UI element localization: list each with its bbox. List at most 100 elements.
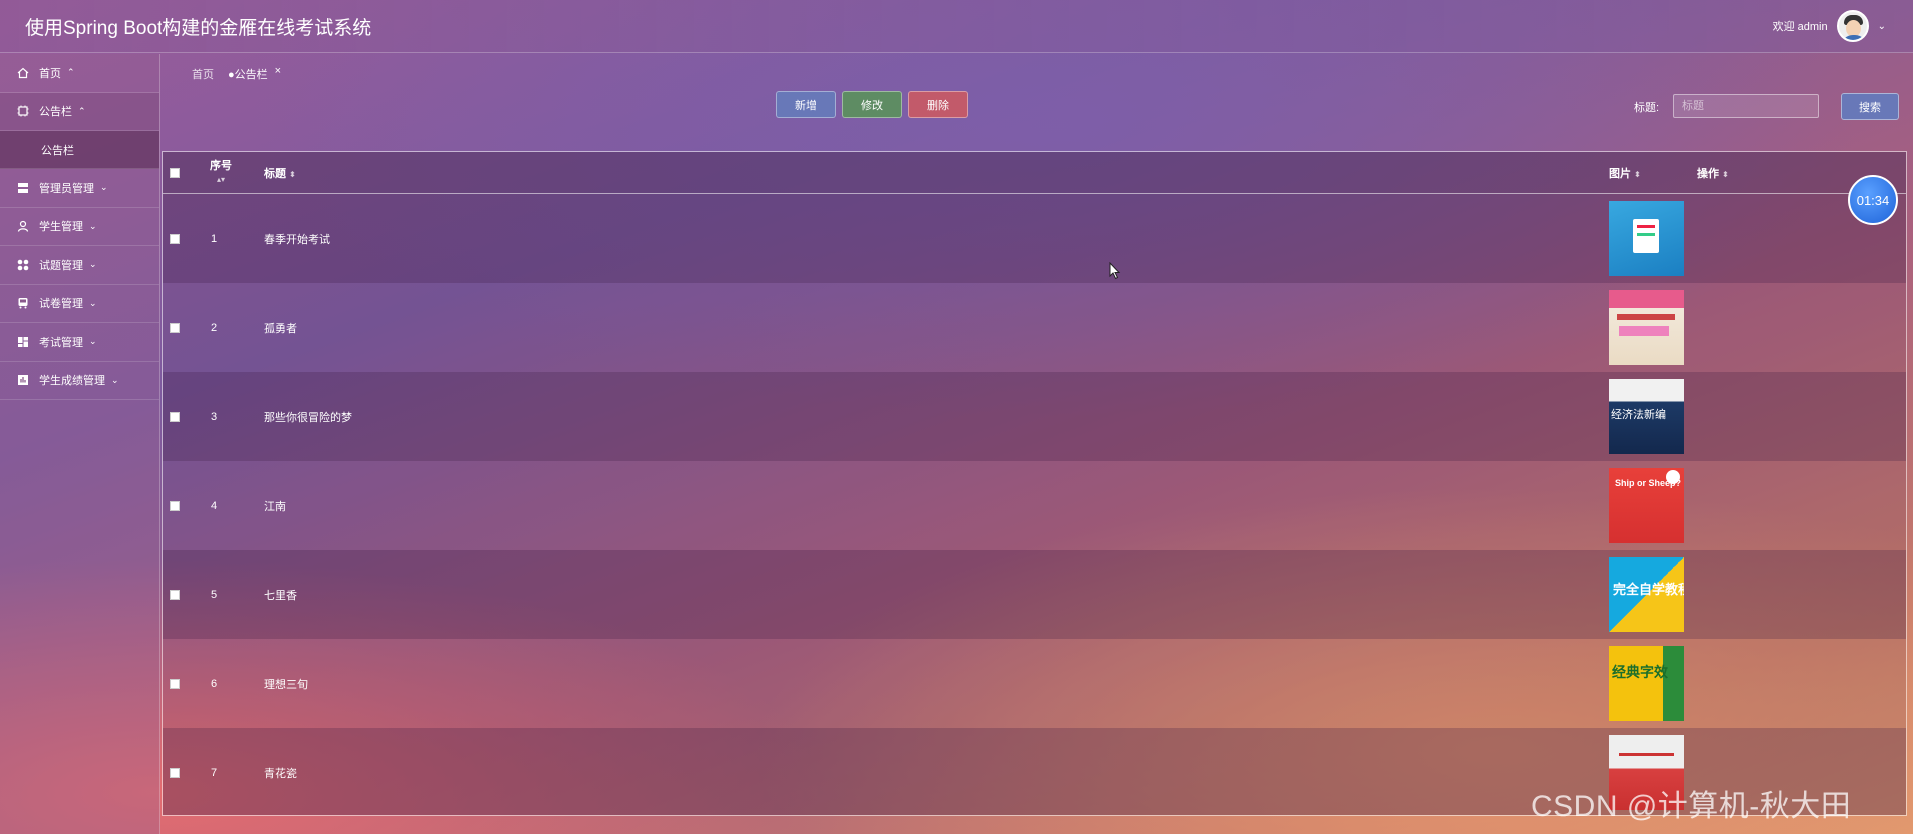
row-title: 七里香 — [264, 589, 297, 602]
sidebar-item-label: 管理员管理 — [39, 182, 94, 195]
user-icon — [17, 220, 29, 232]
avatar[interactable] — [1836, 10, 1869, 42]
row-checkbox[interactable] — [170, 322, 180, 333]
row-index: 2 — [211, 321, 218, 334]
thumb-text: Ship or Sheep? — [1615, 478, 1682, 488]
row-image: Ship or Sheep? — [1609, 468, 1684, 543]
table-row[interactable]: 2 孤勇者 — [163, 283, 1906, 372]
sidebar-item-label: 考试管理 — [39, 336, 83, 349]
sidebar-item-label: 试题管理 — [39, 259, 83, 272]
row-title: 春季开始考试 — [264, 233, 330, 246]
sidebar-item-home[interactable]: 首页 ⌃ — [0, 54, 159, 93]
server-icon — [17, 182, 29, 194]
column-header-image[interactable]: 图片 ⬍ — [1609, 165, 1641, 181]
search-input[interactable] — [1673, 94, 1819, 118]
sidebar-item-label: 学生成绩管理 — [39, 375, 105, 388]
sidebar-item-paper-manage[interactable]: 试卷管理 ⌄ — [0, 285, 159, 323]
search-button[interactable]: 搜索 — [1841, 93, 1899, 120]
row-image — [1609, 201, 1684, 276]
chart-box-icon — [17, 374, 29, 386]
sidebar-item-notice[interactable]: 公告栏 ⌃ — [0, 92, 159, 131]
select-all-checkbox[interactable] — [170, 167, 180, 178]
sidebar-item-question-manage[interactable]: 试题管理 ⌄ — [0, 246, 159, 285]
column-header-ops[interactable]: 操作 ⬍ — [1697, 165, 1729, 181]
row-checkbox[interactable] — [170, 767, 180, 778]
row-title: 江南 — [264, 500, 286, 513]
chevron-up-icon: ⌃ — [78, 105, 86, 116]
sidebar-item-admin-manage[interactable]: 管理员管理 ⌄ — [0, 169, 159, 208]
sidebar-item-label: 学生管理 — [39, 221, 83, 234]
sidebar-item-student-manage[interactable]: 学生管理 ⌄ — [0, 208, 159, 246]
action-toolbar: 新增 修改 删除 — [776, 91, 968, 118]
sidebar-item-label: 试卷管理 — [39, 298, 83, 311]
row-title: 那些你很冒险的梦 — [264, 411, 352, 424]
table-row[interactable]: 4 江南 Ship or Sheep? — [163, 461, 1906, 550]
row-checkbox[interactable] — [170, 500, 180, 511]
row-index: 6 — [211, 677, 218, 690]
row-index: 3 — [211, 410, 218, 423]
home-icon — [17, 67, 29, 79]
chevron-down-icon[interactable]: ⌄ — [1878, 21, 1886, 32]
tab-home[interactable]: 首页 — [192, 66, 214, 82]
chevron-down-icon: ⌄ — [100, 182, 108, 193]
row-checkbox[interactable] — [170, 589, 180, 600]
table-header: 序号 ▴▾ 标题 ⬍ 图片 ⬍ 操作 ⬍ — [163, 152, 1906, 194]
top-header: 使用Spring Boot构建的金雁在线考试系统 欢迎 admin ⌄ — [0, 0, 1913, 53]
table-row[interactable]: 5 七里香 完全自学教程 — [163, 550, 1906, 639]
notice-table: 序号 ▴▾ 标题 ⬍ 图片 ⬍ 操作 ⬍ 1 春季开始考试 2 孤勇者 3 那些你很冒… — [162, 151, 1907, 816]
dashboard-icon — [17, 336, 29, 348]
sort-icon[interactable]: ⬍ — [289, 170, 296, 179]
timer-badge[interactable]: 01:34 — [1848, 175, 1898, 225]
row-image: 完全自学教程 — [1609, 557, 1684, 632]
row-checkbox[interactable] — [170, 678, 180, 689]
table-row[interactable]: 3 那些你很冒险的梦 经济法新编 — [163, 372, 1906, 461]
sidebar-subitem-notice[interactable]: 公告栏 — [0, 131, 159, 169]
row-title: 理想三旬 — [264, 678, 308, 691]
row-image: 经济法新编 — [1609, 379, 1684, 454]
sort-icon[interactable]: ⬍ — [1722, 170, 1729, 179]
table-row[interactable]: 1 春季开始考试 — [163, 194, 1906, 283]
thumb-text: 经典字效 — [1612, 664, 1668, 680]
sidebar-item-score-manage[interactable]: 学生成绩管理 ⌄ — [0, 362, 159, 400]
row-index: 5 — [211, 588, 218, 601]
grid-icon — [17, 259, 29, 271]
table-row[interactable]: 6 理想三旬 经典字效 — [163, 639, 1906, 728]
column-header-title[interactable]: 标题 ⬍ — [264, 165, 296, 181]
thumb-text: 完全自学教程 — [1613, 582, 1684, 597]
thumb-text: 经济法新编 — [1611, 409, 1666, 421]
row-index: 7 — [211, 766, 218, 779]
sidebar: 首页 ⌃ 公告栏 ⌃ 公告栏 管理员管理 ⌄ 学生管理 ⌄ 试题管理 ⌄ 试卷管… — [0, 54, 160, 834]
column-label: 操作 — [1697, 167, 1719, 180]
chevron-up-icon: ⌃ — [67, 67, 75, 78]
tab-notice[interactable]: ●公告栏 × — [228, 65, 281, 82]
chevron-down-icon: ⌄ — [89, 220, 97, 231]
breadcrumb: 首页 ●公告栏 × — [192, 65, 281, 82]
column-label: 标题 — [264, 167, 286, 180]
delete-button[interactable]: 删除 — [908, 91, 968, 118]
row-title: 孤勇者 — [264, 322, 297, 335]
row-image: 经典字效 — [1609, 646, 1684, 721]
watermark: CSDN @计算机-秋大田 — [1531, 790, 1852, 823]
row-index: 4 — [211, 499, 218, 512]
close-icon[interactable]: × — [275, 65, 281, 77]
add-button[interactable]: 新增 — [776, 91, 836, 118]
chevron-down-icon: ⌄ — [89, 259, 97, 270]
sidebar-item-label: 首页 — [39, 67, 61, 80]
row-checkbox[interactable] — [170, 411, 180, 422]
row-index: 1 — [211, 232, 218, 245]
sidebar-item-label: 公告栏 — [39, 106, 72, 119]
tab-label: ●公告栏 — [228, 69, 268, 81]
user-menu[interactable]: 欢迎 admin ⌄ — [1773, 10, 1886, 42]
sort-icon[interactable]: ⬍ — [1634, 170, 1641, 179]
chevron-down-icon: ⌄ — [111, 374, 119, 385]
notice-icon — [17, 105, 29, 117]
sidebar-item-exam-manage[interactable]: 考试管理 ⌄ — [0, 323, 159, 362]
mouse-cursor-icon — [1109, 262, 1121, 280]
row-checkbox[interactable] — [170, 233, 180, 244]
bus-icon — [17, 297, 29, 309]
column-header-index[interactable]: 序号 ▴▾ — [210, 157, 232, 184]
row-image — [1609, 290, 1684, 365]
edit-button[interactable]: 修改 — [842, 91, 902, 118]
row-title: 青花瓷 — [264, 767, 297, 780]
sort-icon[interactable]: ▴▾ — [210, 175, 232, 184]
